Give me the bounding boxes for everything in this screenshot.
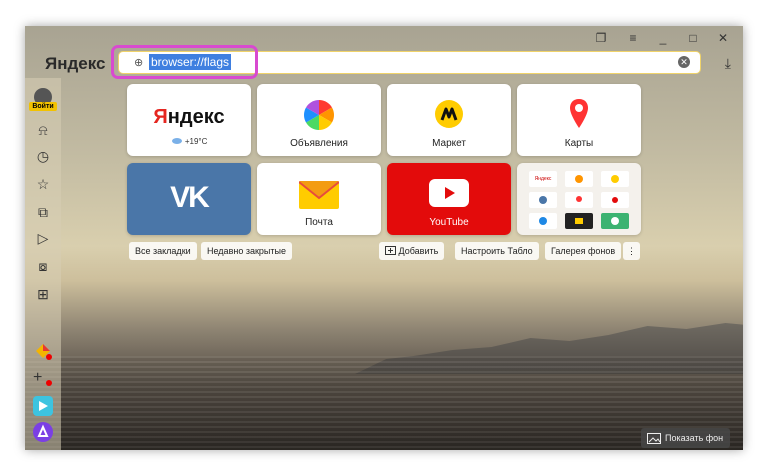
tile-label: Карты (564, 138, 594, 149)
youtube-play-icon (429, 179, 469, 207)
yandex-logo: Яндекс (153, 106, 225, 128)
star-icon[interactable]: ☆ (33, 174, 53, 194)
play-icon[interactable]: ▷ (33, 228, 53, 248)
minimize-button[interactable]: _ (653, 31, 673, 47)
messenger-app-icon[interactable] (33, 396, 53, 416)
title-bar: Яндекс ❐ ≡ _ □ ✕ ⊕ browser://flags ✕ ⤓ (25, 26, 743, 79)
close-button[interactable]: ✕ (713, 31, 733, 47)
zen-app-icon[interactable] (34, 342, 52, 360)
mini-tile-obyavleniya-icon (565, 171, 593, 187)
sea-background (25, 356, 743, 450)
tile-yandex[interactable]: Яндекс +19°C (127, 84, 251, 156)
show-background-button[interactable]: Показать фон (641, 428, 730, 448)
tile-label: YouTube (429, 217, 469, 228)
clock-icon[interactable]: ◷ (33, 146, 53, 166)
more-options-icon[interactable]: ⋮ (623, 242, 640, 260)
tile-label: Почта (305, 217, 333, 228)
menu-icon[interactable]: ≡ (623, 31, 643, 47)
tile-label: Объявления (290, 138, 348, 149)
obyavleniya-logo-icon (304, 100, 334, 130)
tile-pochta[interactable]: Почта (257, 163, 381, 235)
alice-icon[interactable] (33, 422, 53, 442)
mini-tile-dark-icon (565, 213, 593, 229)
cloud-icon (171, 138, 182, 144)
bell-icon[interactable]: ⍾ (33, 120, 53, 140)
map-pin-icon (568, 98, 590, 130)
tile-multi-folder[interactable]: Яндекс (517, 163, 641, 235)
mini-tile-market-icon (601, 171, 629, 187)
pin-tabs-icon[interactable]: ❐ (591, 31, 611, 47)
vk-logo: VK (170, 181, 210, 214)
mini-tile-vk-icon (529, 192, 557, 208)
add-icon (385, 246, 396, 255)
mail-icon (298, 181, 340, 209)
collections-icon[interactable]: ⧉ (33, 202, 53, 222)
download-icon[interactable]: ⤓ (725, 55, 731, 72)
market-logo-icon (435, 100, 463, 128)
sidebar: Войти ⍾ ◷ ☆ ⧉ ▷ ⧇ ⊞ + (25, 78, 61, 450)
recently-closed-button[interactable]: Недавно закрытые (201, 242, 292, 260)
mini-tile-red-icon (601, 192, 629, 208)
weather-widget: +19°C (127, 136, 251, 146)
maximize-button[interactable]: □ (683, 31, 703, 47)
yandex-brand[interactable]: Яндекс (45, 54, 105, 74)
add-tile-button[interactable]: Добавить (379, 242, 445, 260)
background-gallery-button[interactable]: Галерея фонов (545, 242, 622, 260)
mini-tile-blue-icon (529, 213, 557, 229)
image-icon (647, 433, 661, 444)
tile-market[interactable]: Маркет (387, 84, 511, 156)
tile-vk[interactable]: VK (127, 163, 251, 235)
mini-tile-green-icon (601, 213, 629, 229)
clear-icon[interactable]: ✕ (678, 56, 690, 68)
all-bookmarks-button[interactable]: Все закладки (129, 242, 197, 260)
customize-tablo-button[interactable]: Настроить Табло (455, 242, 539, 260)
camera-icon[interactable]: ⧇ (33, 256, 53, 276)
tile-karty[interactable]: Карты (517, 84, 641, 156)
mini-tile-yandex: Яндекс (529, 171, 557, 187)
grid-icon[interactable]: ⊞ (33, 284, 53, 304)
add-app-icon[interactable]: + (33, 368, 53, 388)
tile-label: Маркет (432, 138, 466, 149)
url-highlight-frame (111, 45, 258, 79)
mini-tile-karty-icon (565, 192, 593, 208)
browser-window: Яндекс ❐ ≡ _ □ ✕ ⊕ browser://flags ✕ ⤓ В… (25, 26, 743, 450)
tile-youtube[interactable]: YouTube (387, 163, 511, 235)
login-badge[interactable]: Войти (29, 102, 57, 111)
tile-obyavleniya[interactable]: Объявления (257, 84, 381, 156)
